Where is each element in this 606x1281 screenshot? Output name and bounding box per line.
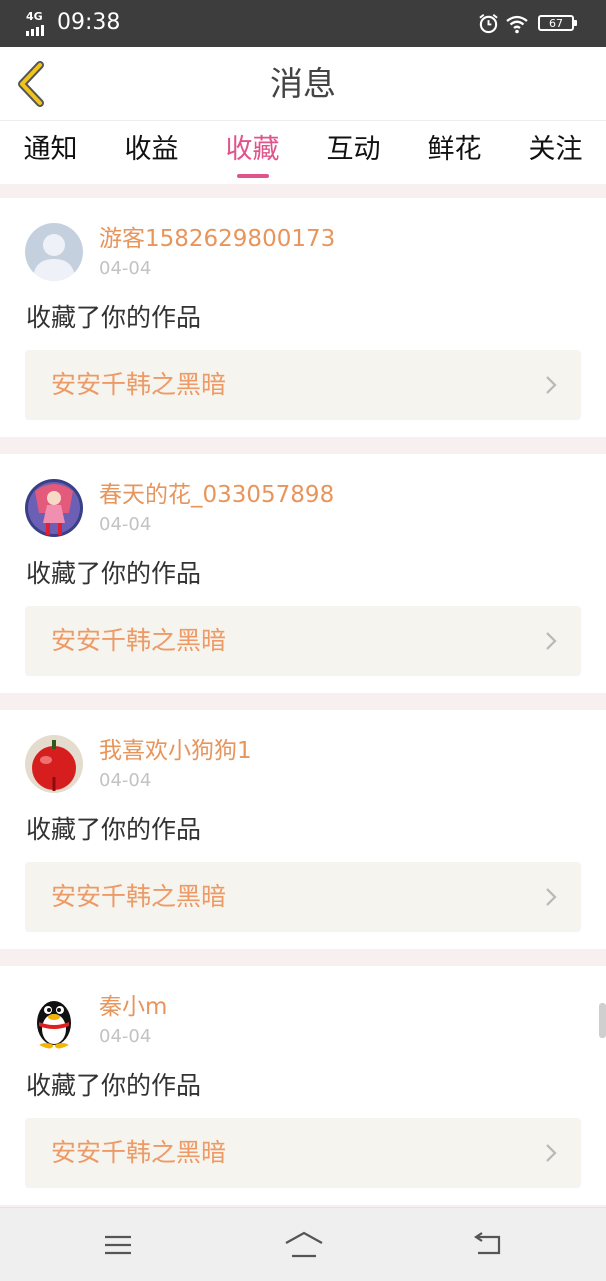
signal-icon: 4G [26,10,52,36]
username[interactable]: 游客1582629800173 [99,224,335,254]
work-title: 安安千韩之黑暗 [51,1138,227,1167]
tab-flowers[interactable]: 鲜花 [404,121,505,184]
avatar[interactable] [25,479,83,537]
tab-interactions[interactable]: 互动 [303,121,404,184]
message-date: 04-04 [99,514,152,535]
work-link[interactable]: 安安千韩之黑暗 [25,350,581,420]
message-text: 收藏了你的作品 [26,1071,202,1100]
username[interactable]: 春天的花_033057898 [99,480,334,510]
message-card: 游客1582629800173 04-04 收藏了你的作品 安安千韩之黑暗 [0,198,606,437]
message-date: 04-04 [99,258,152,279]
work-link[interactable]: 安安千韩之黑暗 [25,862,581,932]
message-text: 收藏了你的作品 [26,815,202,844]
avatar[interactable] [25,223,83,281]
message-text: 收藏了你的作品 [26,303,202,332]
message-text: 收藏了你的作品 [26,559,202,588]
scrollbar-thumb[interactable] [599,1003,606,1038]
work-title: 安安千韩之黑暗 [51,370,227,399]
anime-character-avatar-icon [25,479,83,537]
tab-favorites[interactable]: 收藏 [202,121,303,184]
chevron-right-icon [546,376,557,394]
username[interactable]: 我喜欢小狗狗1 [99,736,252,766]
work-title: 安安千韩之黑暗 [51,882,227,911]
status-bar: 4G 09:38 67 [0,0,606,47]
penguin-avatar-icon [25,991,83,1049]
chevron-right-icon [546,632,557,650]
message-date: 04-04 [99,1026,152,1047]
message-list: 游客1582629800173 04-04 收藏了你的作品 安安千韩之黑暗 春天… [0,198,606,1222]
message-card: 我喜欢小狗狗1 04-04 收藏了你的作品 安安千韩之黑暗 [0,710,606,949]
work-link[interactable]: 安安千韩之黑暗 [25,1118,581,1188]
page-title: 消息 [270,64,336,103]
default-user-avatar-icon [25,223,83,281]
work-link[interactable]: 安安千韩之黑暗 [25,606,581,676]
menu-icon[interactable] [100,1230,136,1260]
message-date: 04-04 [99,770,152,791]
avatar[interactable] [25,735,83,793]
message-card: 春天的花_033057898 04-04 收藏了你的作品 安安千韩之黑暗 [0,454,606,693]
wifi-icon [506,15,528,34]
message-card: 秦小m 04-04 收藏了你的作品 安安千韩之黑暗 [0,966,606,1205]
tab-notifications[interactable]: 通知 [0,121,101,184]
work-title: 安安千韩之黑暗 [51,626,227,655]
red-apple-avatar-icon [25,735,83,793]
system-nav-bar [0,1207,606,1281]
alarm-icon [479,13,498,34]
home-icon[interactable] [283,1230,325,1260]
network-type: 4G [26,10,43,23]
battery-level: 67 [549,17,563,30]
username[interactable]: 秦小m [99,992,167,1022]
tab-bar: 通知 收益 收藏 互动 鲜花 关注 [0,121,606,184]
tab-earnings[interactable]: 收益 [101,121,202,184]
tab-follows[interactable]: 关注 [505,121,606,184]
chevron-right-icon [546,1144,557,1162]
status-time: 09:38 [57,10,121,35]
battery-icon: 67 [538,15,577,31]
back-icon[interactable] [470,1230,506,1260]
header: 消息 [0,47,606,121]
avatar[interactable] [25,991,83,1049]
chevron-right-icon [546,888,557,906]
